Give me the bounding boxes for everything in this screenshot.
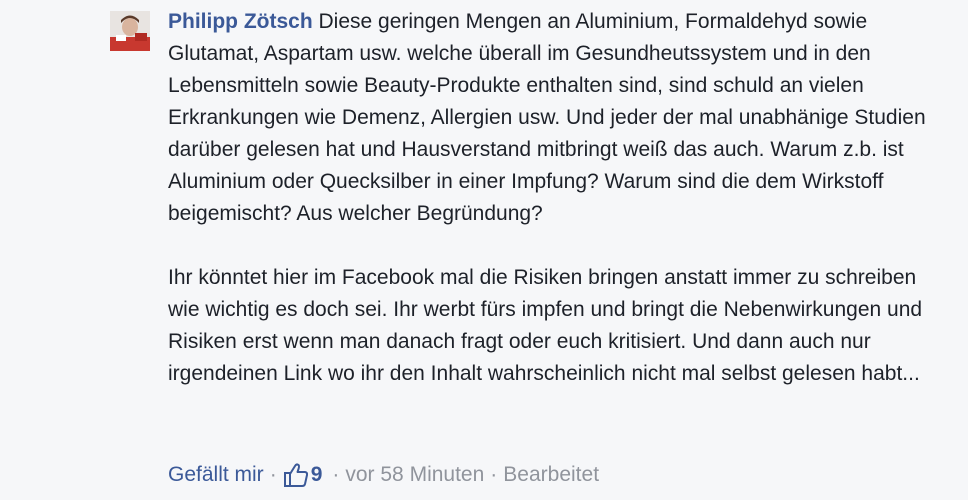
separator: · <box>332 463 340 486</box>
comment-paragraph-2: Ihr könntet hier im Facebook mal die Ris… <box>168 266 923 385</box>
separator: · <box>269 463 277 486</box>
timestamp[interactable]: vor 58 Minuten <box>345 461 484 489</box>
thumbs-up-icon[interactable] <box>283 462 309 488</box>
like-link[interactable]: Gefällt mir <box>168 461 264 489</box>
comment-paragraph-1: Philipp Zötsch Diese geringen Mengen an … <box>168 6 928 230</box>
comment: Philipp Zötsch Diese geringen Mengen an … <box>0 0 968 500</box>
separator: · <box>490 463 498 486</box>
comment-actions: Gefällt mir · 9 · vor 58 Minuten · Bearb… <box>168 461 599 489</box>
avatar[interactable] <box>110 11 150 51</box>
comment-body: Philipp Zötsch Diese geringen Mengen an … <box>168 6 928 390</box>
comment-text-1: Diese geringen Mengen an Aluminium, Form… <box>168 10 926 225</box>
edited-label[interactable]: Bearbeitet <box>503 461 599 489</box>
like-count[interactable]: 9 <box>311 461 323 489</box>
author-name[interactable]: Philipp Zötsch <box>168 10 313 33</box>
avatar-image <box>110 11 150 51</box>
